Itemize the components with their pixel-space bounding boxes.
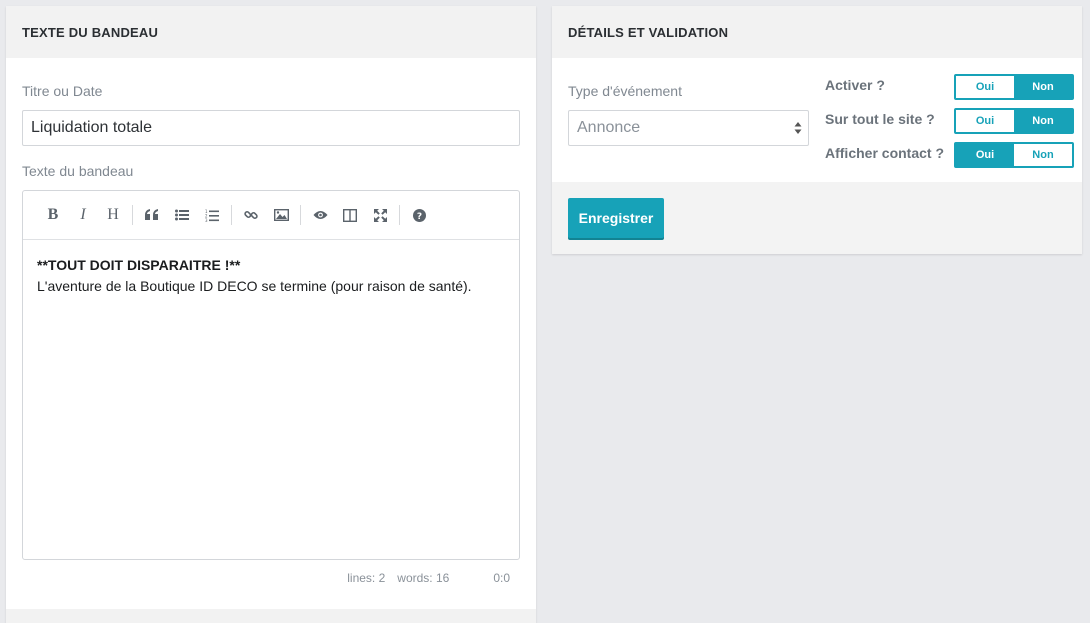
site-wide-yes-option[interactable]: Oui	[956, 110, 1014, 132]
banner-panel-footer	[6, 609, 536, 623]
activate-yes-option[interactable]: Oui	[956, 76, 1014, 98]
banner-text-label: Texte du bandeau	[22, 163, 134, 179]
image-icon[interactable]	[266, 200, 296, 230]
editor-statusbar: lines: 2 words: 16 0:0	[347, 571, 510, 585]
svg-text:?: ?	[416, 212, 421, 222]
select-arrows-icon	[794, 122, 802, 134]
title-input-value: Liquidation totale	[31, 119, 152, 136]
status-lines: lines: 2	[347, 571, 386, 585]
side-by-side-icon[interactable]	[335, 200, 365, 230]
svg-text:3: 3	[205, 218, 208, 222]
title-label: Titre ou Date	[22, 83, 103, 99]
site-wide-no-option[interactable]: Non	[1014, 110, 1072, 132]
show-contact-no-option[interactable]: Non	[1014, 144, 1072, 166]
editor-content[interactable]: **TOUT DOIT DISPARAITRE !** L'aventure d…	[23, 240, 519, 312]
heading-icon[interactable]: H	[98, 200, 128, 230]
toolbar-separator	[231, 205, 232, 225]
activate-no-option[interactable]: Non	[1014, 76, 1072, 98]
activate-label: Activer ?	[825, 77, 885, 93]
show-contact-yes-option[interactable]: Oui	[956, 144, 1014, 166]
show-contact-label: Afficher contact ?	[825, 145, 945, 161]
toolbar-separator	[132, 205, 133, 225]
preview-icon[interactable]	[305, 200, 335, 230]
italic-icon[interactable]: I	[68, 200, 98, 230]
unordered-list-icon[interactable]	[167, 200, 197, 230]
site-wide-label: Sur tout le site ?	[825, 111, 935, 127]
bold-icon[interactable]: B	[38, 200, 68, 230]
site-wide-toggle[interactable]: Oui Non	[954, 108, 1074, 134]
details-panel-title: DÉTAILS ET VALIDATION	[568, 24, 729, 40]
title-input[interactable]: Liquidation totale	[22, 110, 520, 146]
editor-line: **TOUT DOIT DISPARAITRE !**	[37, 257, 241, 273]
banner-panel-header: TEXTE DU BANDEAU	[6, 6, 536, 58]
details-panel-header: DÉTAILS ET VALIDATION	[552, 6, 1082, 58]
link-icon[interactable]	[236, 200, 266, 230]
fullscreen-icon[interactable]	[365, 200, 395, 230]
toolbar-separator	[300, 205, 301, 225]
banner-panel-title: TEXTE DU BANDEAU	[22, 24, 159, 40]
ordered-list-icon[interactable]: 123	[197, 200, 227, 230]
toolbar-separator	[399, 205, 400, 225]
markdown-editor[interactable]: B I H 123 ? **TOUT DOIT DISPARAITRE !** …	[22, 190, 520, 560]
quote-icon[interactable]	[137, 200, 167, 230]
help-icon[interactable]: ?	[404, 200, 434, 230]
event-type-label: Type d'événement	[568, 83, 682, 99]
editor-toolbar: B I H 123 ?	[23, 191, 519, 240]
status-cursor: 0:0	[493, 571, 510, 585]
status-words: words: 16	[397, 571, 450, 585]
banner-panel: TEXTE DU BANDEAU Titre ou Date Liquidati…	[6, 6, 536, 623]
event-type-select[interactable]: Annonce	[568, 110, 809, 146]
save-button[interactable]: Enregistrer	[568, 198, 664, 238]
show-contact-toggle[interactable]: Oui Non	[954, 142, 1074, 168]
editor-line: L'aventure de la Boutique ID DECO se ter…	[37, 278, 472, 294]
activate-toggle[interactable]: Oui Non	[954, 74, 1074, 100]
event-type-value: Annonce	[577, 119, 641, 136]
details-panel: DÉTAILS ET VALIDATION Type d'événement A…	[552, 6, 1082, 254]
